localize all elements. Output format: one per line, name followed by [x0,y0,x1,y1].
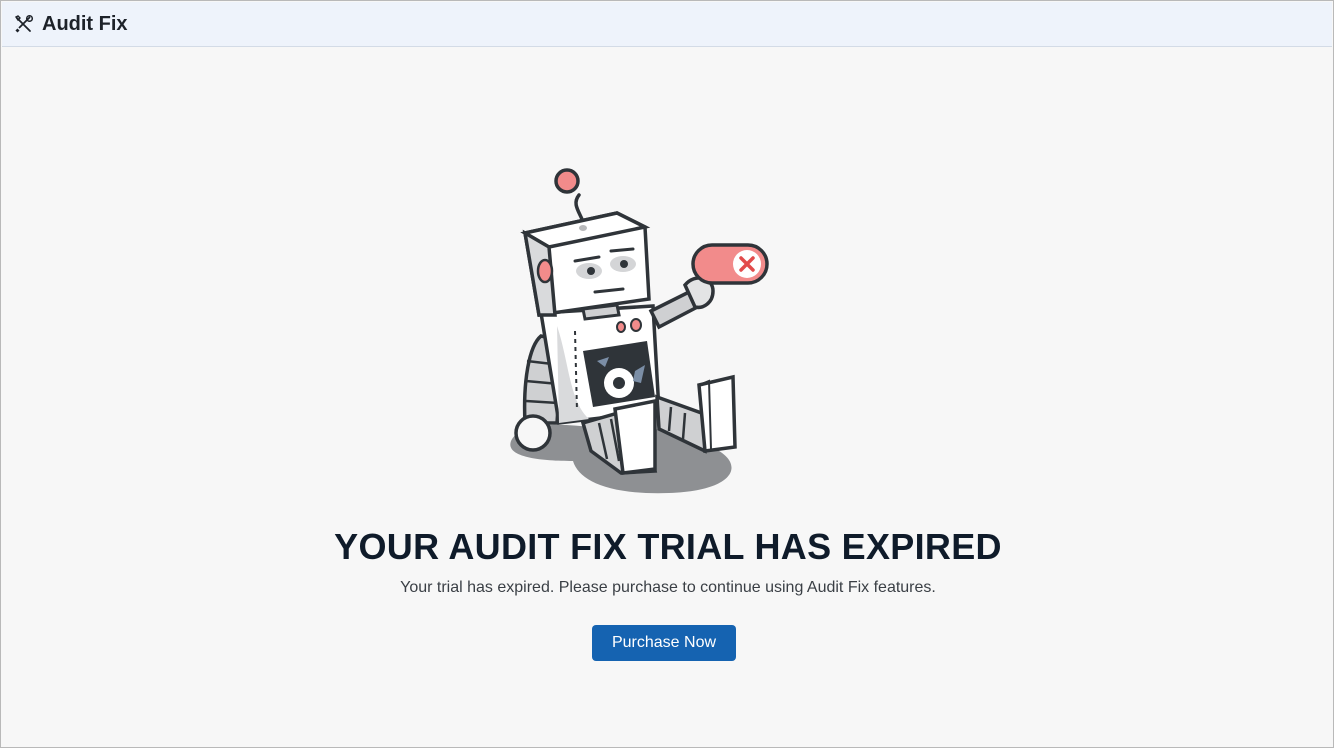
app-window: Audit Fix YOUR AUDIT FIX TRIAL HAS EXPIR… [0,0,1334,748]
title-bar: Audit Fix [2,2,1332,47]
page-title: YOUR AUDIT FIX TRIAL HAS EXPIRED [334,526,1002,567]
tools-icon [14,14,34,34]
sad-robot-illustration [499,161,779,501]
purchase-now-button[interactable]: Purchase Now [592,625,736,661]
expiry-message: Your trial has expired. Please purchase … [400,579,936,596]
app-title: Audit Fix [42,12,128,35]
